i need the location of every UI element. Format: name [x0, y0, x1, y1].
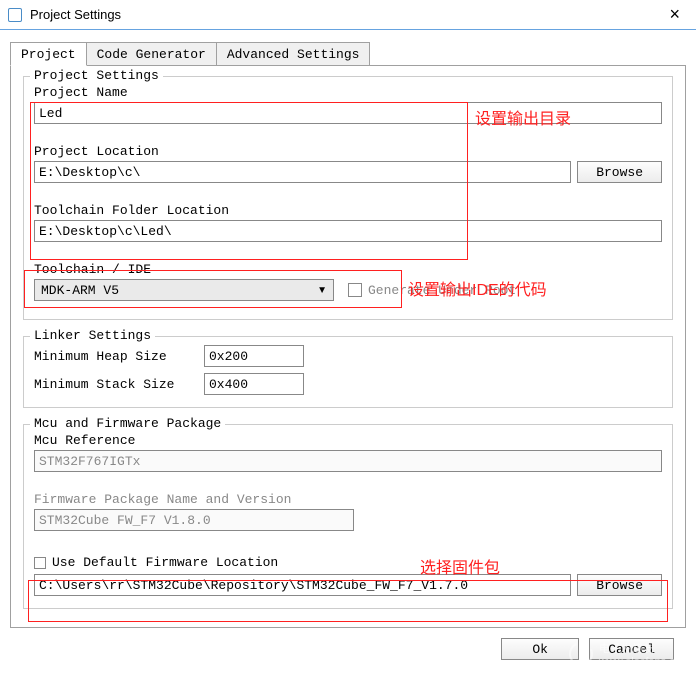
- watermark-text2: www.elecfans.com: [599, 656, 690, 668]
- use-default-firmware-label: Use Default Firmware Location: [52, 555, 278, 570]
- toolchain-ide-label: Toolchain / IDE: [34, 262, 662, 277]
- tab-panel-project: Project Settings Project Name Project Lo…: [10, 65, 686, 628]
- tab-advanced[interactable]: Advanced Settings: [216, 42, 371, 65]
- firmware-package-input: [34, 509, 354, 531]
- tab-code-generator-label: Code Generator: [97, 47, 206, 62]
- toolchain-folder-input[interactable]: [34, 220, 662, 242]
- firmware-package-label: Firmware Package Name and Version: [34, 492, 662, 507]
- watermark-text1: 电子发烧友: [599, 640, 690, 656]
- firmware-path-input[interactable]: [34, 574, 571, 596]
- project-location-input[interactable]: [34, 161, 571, 183]
- chevron-down-icon: ▼: [317, 285, 327, 296]
- stack-size-input[interactable]: [204, 373, 304, 395]
- titlebar: Project Settings ×: [0, 0, 696, 30]
- tab-advanced-label: Advanced Settings: [227, 47, 360, 62]
- heap-size-label: Minimum Heap Size: [34, 349, 204, 364]
- stack-size-label: Minimum Stack Size: [34, 377, 204, 392]
- tab-code-generator[interactable]: Code Generator: [86, 42, 217, 65]
- close-button[interactable]: ×: [661, 4, 688, 25]
- toolchain-folder-label: Toolchain Folder Location: [34, 203, 662, 218]
- group-linker-settings: Linker Settings Minimum Heap Size Minimu…: [23, 336, 673, 408]
- project-location-label: Project Location: [34, 144, 662, 159]
- watermark: 电子发烧友 www.elecfans.com: [569, 640, 690, 668]
- project-location-browse-button[interactable]: Browse: [577, 161, 662, 183]
- toolchain-ide-select[interactable]: MDK-ARM V5 ▼: [34, 279, 334, 301]
- project-name-input[interactable]: [34, 102, 662, 124]
- watermark-logo-icon: [566, 639, 597, 670]
- heap-size-input[interactable]: [204, 345, 304, 367]
- group-linker-legend: Linker Settings: [30, 328, 155, 343]
- mcu-reference-input: [34, 450, 662, 472]
- generate-under-root-checkbox[interactable]: [348, 283, 362, 297]
- group-mcu-legend: Mcu and Firmware Package: [30, 416, 225, 431]
- use-default-firmware-checkbox[interactable]: [34, 557, 46, 569]
- project-name-label: Project Name: [34, 85, 662, 100]
- dialog-content: Project Code Generator Advanced Settings…: [0, 30, 696, 672]
- toolchain-ide-value: MDK-ARM V5: [41, 283, 119, 298]
- group-mcu-firmware: Mcu and Firmware Package Mcu Reference F…: [23, 424, 673, 609]
- ok-button[interactable]: Ok: [501, 638, 579, 660]
- window-title: Project Settings: [30, 7, 661, 22]
- tab-project[interactable]: Project: [10, 42, 87, 66]
- firmware-browse-button[interactable]: Browse: [577, 574, 662, 596]
- group-project-settings-legend: Project Settings: [30, 68, 163, 83]
- app-icon: [8, 8, 22, 22]
- tab-strip: Project Code Generator Advanced Settings: [10, 42, 686, 65]
- mcu-reference-label: Mcu Reference: [34, 433, 662, 448]
- tab-project-label: Project: [21, 47, 76, 62]
- generate-under-root-label: Generate Under Root: [368, 283, 516, 298]
- group-project-settings: Project Settings Project Name Project Lo…: [23, 76, 673, 320]
